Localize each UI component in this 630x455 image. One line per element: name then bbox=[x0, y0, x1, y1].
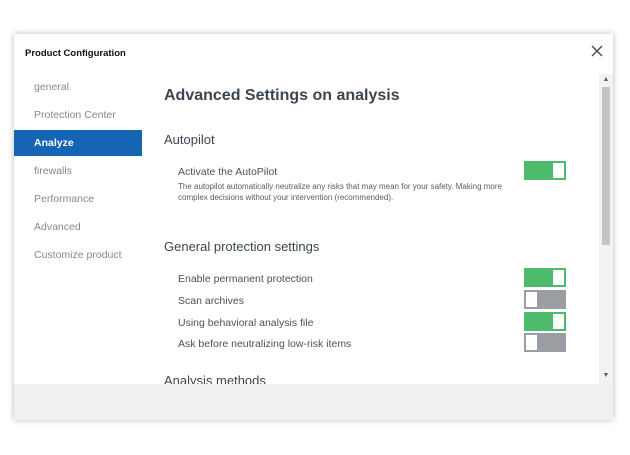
sidebar-item-label: general bbox=[34, 81, 70, 93]
title-bar: Product Configuration bbox=[14, 34, 613, 70]
setting-label-scan-archives: Scan archives bbox=[178, 295, 244, 307]
sidebar-item-analyze[interactable]: Analyze bbox=[14, 130, 142, 156]
sidebar-item-label: firewalls bbox=[34, 165, 72, 177]
toggle-knob bbox=[553, 270, 564, 285]
toggle-knob bbox=[526, 335, 537, 350]
setting-description-autopilot: The autopilot automatically neutralize a… bbox=[178, 182, 502, 202]
sidebar-item-label: Analyze bbox=[34, 137, 74, 149]
section-title-general-protection: General protection settings bbox=[164, 239, 320, 254]
setting-label-ask-before-neutralizing: Ask before neutralizing low-risk items bbox=[178, 338, 352, 350]
toggle-knob bbox=[553, 163, 564, 178]
sidebar-item-advanced[interactable]: Advanced bbox=[14, 214, 142, 240]
dialog-title: Product Configuration bbox=[25, 48, 126, 59]
section-title-analysis-methods: Analysis methods bbox=[164, 373, 266, 384]
setting-label-autopilot: Activate the AutoPilot bbox=[178, 166, 278, 178]
vertical-scrollbar[interactable]: ▲ ▼ bbox=[599, 74, 613, 384]
dialog-footer bbox=[14, 384, 613, 420]
setting-label-behavioral-analysis: Using behavioral analysis file bbox=[178, 317, 314, 329]
sidebar-item-customize-product[interactable]: Customize product bbox=[14, 242, 142, 268]
sidebar-item-firewalls[interactable]: firewalls bbox=[14, 158, 142, 184]
sidebar: general Protection Center Analyze firewa… bbox=[14, 74, 142, 384]
scrollbar-thumb[interactable] bbox=[602, 87, 610, 245]
sidebar-item-performance[interactable]: Performance bbox=[14, 186, 142, 212]
sidebar-item-label: Advanced bbox=[34, 221, 81, 233]
toggle-knob bbox=[553, 314, 564, 329]
close-icon[interactable] bbox=[589, 43, 605, 59]
chevron-down-icon[interactable]: ▼ bbox=[599, 370, 613, 382]
sidebar-item-label: Performance bbox=[34, 193, 95, 205]
sidebar-item-label: Protection Center bbox=[34, 109, 116, 121]
behavioral-analysis-toggle[interactable] bbox=[524, 312, 566, 331]
section-title-autopilot: Autopilot bbox=[164, 132, 215, 147]
sidebar-item-general[interactable]: general bbox=[14, 74, 142, 100]
setting-label-permanent-protection: Enable permanent protection bbox=[178, 273, 313, 285]
autopilot-toggle[interactable] bbox=[524, 161, 566, 180]
scan-archives-toggle[interactable] bbox=[524, 290, 566, 309]
ask-before-neutralizing-toggle[interactable] bbox=[524, 333, 566, 352]
configuration-dialog: Product Configuration general Protection… bbox=[14, 34, 613, 420]
permanent-protection-toggle[interactable] bbox=[524, 268, 566, 287]
page-title: Advanced Settings on analysis bbox=[164, 87, 400, 104]
sidebar-item-protection-center[interactable]: Protection Center bbox=[14, 102, 142, 128]
toggle-knob bbox=[526, 292, 537, 307]
settings-panel: Advanced Settings on analysis Autopilot … bbox=[142, 74, 599, 384]
sidebar-item-label: Customize product bbox=[34, 249, 122, 261]
chevron-up-icon[interactable]: ▲ bbox=[599, 74, 613, 86]
